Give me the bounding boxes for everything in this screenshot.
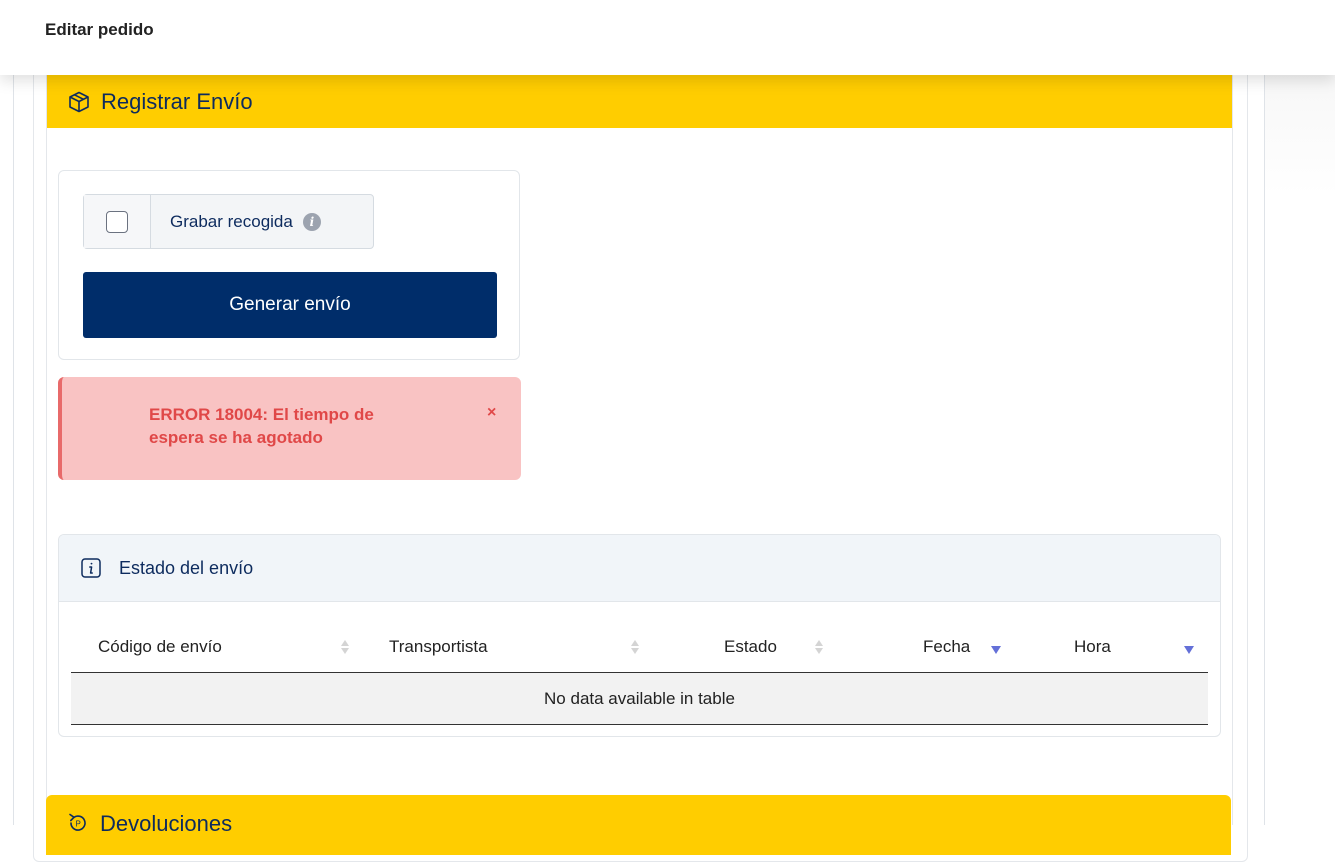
shipment-section-title: Registrar Envío	[101, 88, 253, 114]
sort-desc-icon	[991, 645, 1001, 654]
top-bar: Editar pedido	[0, 0, 1335, 75]
column-header-label: Estado	[724, 636, 777, 656]
svg-text:P: P	[76, 820, 81, 829]
shipment-status-header: Estado del envío	[59, 535, 1220, 602]
returns-section: P Devoluciones	[46, 795, 1231, 855]
shipment-status-title: Estado del envío	[119, 557, 254, 578]
pickup-checkbox-group[interactable]: Grabar recogida i	[83, 194, 374, 249]
column-header-label: Fecha	[923, 636, 971, 656]
empty-table-message: No data available in table	[71, 672, 1208, 725]
generate-shipment-button[interactable]: Generar envío	[83, 272, 497, 338]
package-icon	[67, 90, 91, 114]
error-alert: ERROR 18004: El tiempo de espera se ha a…	[58, 377, 521, 480]
returns-section-title: Devoluciones	[100, 811, 233, 836]
page-title: Editar pedido	[45, 20, 154, 39]
column-header-carrier[interactable]: Transportista	[371, 621, 661, 673]
sort-desc-icon	[1184, 645, 1194, 654]
close-icon[interactable]: ×	[487, 404, 496, 422]
pickup-checkbox-cell[interactable]	[84, 195, 151, 248]
right-frame-line	[1264, 75, 1265, 825]
shipment-action-card: Grabar recogida i Generar envío	[58, 170, 520, 360]
shipment-status-panel: Estado del envío Código de envío Transpo…	[58, 534, 1221, 737]
return-icon: P	[66, 811, 90, 835]
pickup-checkbox-label-wrap[interactable]: Grabar recogida i	[151, 195, 321, 248]
right-panel-background	[1265, 75, 1335, 825]
column-header-time[interactable]: Hora	[1041, 621, 1208, 673]
returns-section-header[interactable]: P Devoluciones	[46, 795, 1231, 855]
sort-icon	[341, 639, 349, 654]
column-header-status[interactable]: Estado	[661, 621, 851, 673]
sort-icon	[815, 639, 823, 654]
table-row: No data available in table	[71, 672, 1208, 725]
pickup-checkbox[interactable]	[106, 210, 128, 233]
column-header-code[interactable]: Código de envío	[71, 621, 371, 673]
column-header-label: Transportista	[389, 636, 488, 656]
info-icon[interactable]: i	[302, 212, 321, 231]
pickup-checkbox-label: Grabar recogida	[170, 211, 293, 231]
column-header-label: Hora	[1074, 636, 1111, 656]
column-header-date[interactable]: Fecha	[851, 621, 1041, 673]
error-alert-message: ERROR 18004: El tiempo de espera se ha a…	[149, 405, 374, 447]
shipment-status-table: Código de envío Transportista Estado Fec…	[71, 621, 1208, 725]
info-icon	[81, 558, 101, 578]
shipment-section-header: Registrar Envío	[47, 75, 1232, 128]
column-header-label: Código de envío	[98, 636, 222, 656]
sort-icon	[631, 639, 639, 654]
left-frame-line	[13, 75, 14, 825]
table-header-row: Código de envío Transportista Estado Fec…	[71, 621, 1208, 673]
